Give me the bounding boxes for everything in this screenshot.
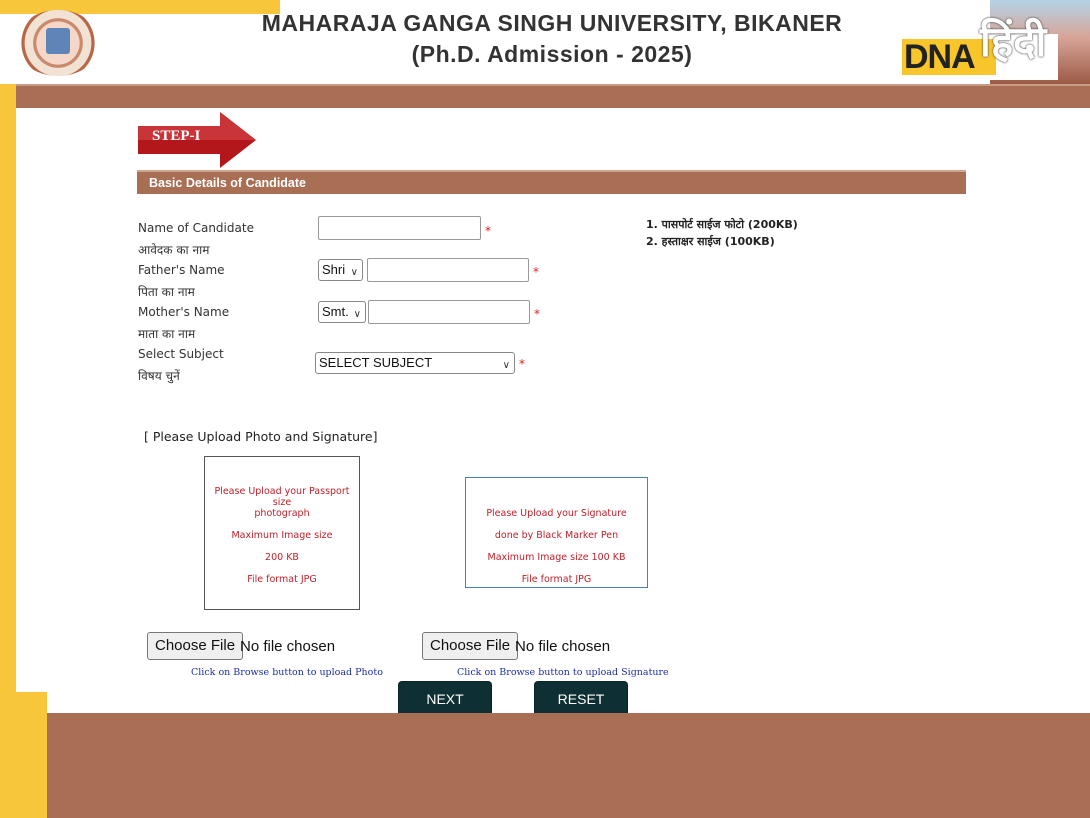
- photo-choose-file-button[interactable]: Choose File: [147, 632, 244, 660]
- page-header: MAHARAJA GANGA SINGH UNIVERSITY, BIKANER…: [0, 0, 1090, 84]
- page-footer: [16, 713, 1090, 818]
- photo-instruction-line: photograph: [254, 508, 310, 519]
- mother-prefix-value: Smt.: [322, 304, 349, 319]
- required-marker: *: [534, 307, 540, 321]
- father-prefix-value: Shri: [322, 262, 346, 277]
- signature-instruction-line: done by Black Marker Pen: [494, 530, 619, 541]
- section-title: Basic Details of Candidate: [149, 176, 306, 190]
- upload-heading: [ Please Upload Photo and Signature]: [144, 429, 378, 444]
- photo-preview-box: Please Upload your Passport size photogr…: [204, 456, 360, 610]
- father-name-label-hindi: पिता का नाम: [138, 285, 195, 299]
- photo-upload-hint: Click on Browse button to upload Photo: [191, 667, 383, 678]
- signature-size-note: 2. हस्ताक्षर साईज (100KB): [646, 235, 775, 248]
- photo-instruction-line: Please Upload your Passport size: [214, 486, 350, 508]
- candidate-name-label: Name of Candidate: [138, 221, 254, 235]
- photo-instruction-line: File format JPG: [247, 574, 317, 585]
- bottom-accent-block: [0, 692, 47, 818]
- required-marker: *: [519, 357, 525, 371]
- signature-instruction-line: File format JPG: [521, 574, 592, 585]
- signature-upload-hint: Click on Browse button to upload Signatu…: [457, 667, 669, 678]
- mother-name-label: Mother's Name: [138, 305, 230, 319]
- next-button[interactable]: NEXT: [399, 682, 491, 716]
- chevron-down-icon: ∨: [502, 360, 510, 371]
- subject-select-value: SELECT SUBJECT: [319, 355, 433, 370]
- photo-file-status: No file chosen: [240, 638, 336, 655]
- candidate-name-label-hindi: आवेदक का नाम: [138, 243, 210, 257]
- required-marker: *: [533, 265, 539, 279]
- mother-name-input[interactable]: [368, 300, 530, 324]
- subject-select[interactable]: SELECT SUBJECT ∨: [315, 352, 515, 374]
- signature-file-status: No file chosen: [515, 638, 611, 655]
- required-marker: *: [485, 224, 491, 238]
- father-name-input[interactable]: [367, 258, 529, 282]
- chevron-down-icon: ∨: [350, 267, 358, 278]
- signature-choose-file-button[interactable]: Choose File: [422, 632, 519, 660]
- signature-instruction-line: Maximum Image size 100 KB: [487, 552, 626, 563]
- step-label: STEP-I: [152, 128, 201, 144]
- chevron-down-icon: ∨: [353, 309, 361, 320]
- mother-name-label-hindi: माता का नाम: [138, 327, 196, 341]
- father-name-label: Father's Name: [138, 263, 225, 277]
- candidate-name-input[interactable]: [318, 216, 481, 240]
- dna-hindi-text: हिंदी: [980, 17, 1047, 66]
- subject-label-hindi: विषय चुनें: [138, 369, 180, 383]
- signature-instruction-line: Please Upload your Signature: [486, 508, 627, 519]
- subject-label: Select Subject: [138, 347, 224, 361]
- mother-prefix-select[interactable]: Smt. ∨: [318, 301, 366, 323]
- signature-preview-box: Please Upload your Signature done by Bla…: [465, 477, 648, 588]
- dna-hindi-watermark: DNA हिंदी: [902, 17, 1058, 80]
- photo-size-note: 1. पासपोर्ट साईज फोटो (200KB): [646, 218, 798, 231]
- photo-instruction-line: Maximum Image size: [231, 530, 333, 541]
- header-divider-band: [16, 84, 1090, 108]
- father-prefix-select[interactable]: Shri ∨: [318, 259, 363, 281]
- photo-instruction-line: 200 KB: [265, 552, 299, 563]
- page-title: MAHARAJA GANGA SINGH UNIVERSITY, BIKANER: [261, 10, 843, 36]
- section-header: Basic Details of Candidate: [137, 170, 966, 194]
- reset-button[interactable]: RESET: [535, 682, 627, 716]
